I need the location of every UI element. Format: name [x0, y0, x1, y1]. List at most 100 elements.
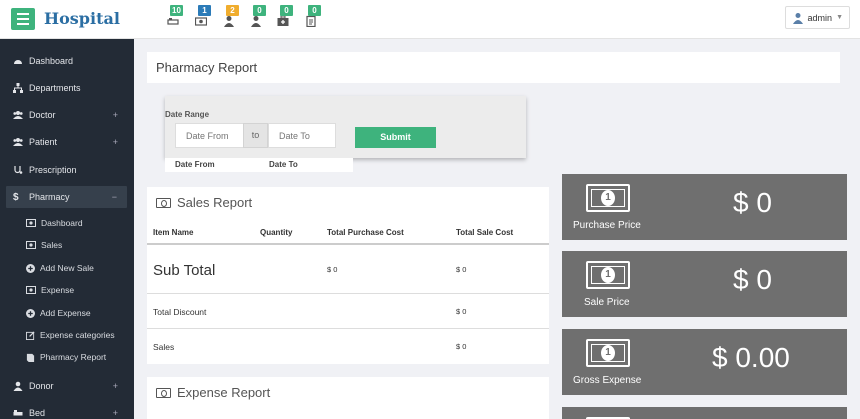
sidebar-sub-dashboard[interactable]: Dashboard — [26, 213, 83, 233]
notification-badge: 0 — [308, 5, 321, 16]
sales-report-card: Sales Report Item Name Quantity Total Pu… — [147, 187, 549, 364]
collapse-icon: − — [111, 192, 117, 202]
expense-report-header: Expense Report — [156, 385, 270, 400]
sidebar-label: Donor — [29, 380, 54, 391]
money-bill-icon: 1 — [586, 261, 630, 289]
bed-notification[interactable]: 10 — [167, 5, 191, 29]
top-bar: Hospital 10 1 2 0 0 0 admin ▼ — [0, 0, 860, 39]
expand-icon: + — [112, 109, 118, 120]
money-icon — [156, 197, 171, 208]
medicine-notification[interactable]: 0 — [277, 5, 301, 29]
discount-label: Total Discount — [153, 307, 207, 317]
sidebar-sub-label: Expense categories — [40, 330, 115, 340]
user-md-icon — [792, 12, 803, 24]
stethoscope-icon — [14, 165, 23, 174]
user-icon — [224, 16, 234, 27]
date-from-input[interactable] — [175, 123, 244, 148]
expand-icon: + — [112, 380, 118, 391]
column-header-sale-cost: Total Sale Cost — [456, 228, 514, 237]
sitemap-icon — [13, 82, 23, 93]
sidebar-label: Departments — [29, 82, 81, 93]
sidebar-label: Pharmacy — [29, 192, 70, 202]
user-icon — [13, 381, 23, 391]
menu-toggle-button[interactable] — [11, 8, 35, 30]
edit-icon — [26, 330, 35, 340]
book-icon — [26, 353, 35, 362]
sidebar-item-bed[interactable]: Bed + — [0, 399, 134, 419]
sidebar-sub-expense-categories[interactable]: Expense categories — [26, 325, 115, 345]
sidebar-label: Prescription — [29, 164, 77, 175]
sidebar-sub-label: Add New Sale — [40, 263, 94, 273]
sidebar-sub-pharmacy-report[interactable]: Pharmacy Report — [26, 347, 106, 367]
tile-label: Purchase Price — [573, 220, 641, 231]
sidebar-sub-label: Dashboard — [41, 218, 83, 228]
sidebar-label: Bed — [29, 407, 46, 418]
column-header-purchase-cost: Total Purchase Cost — [327, 228, 404, 237]
report-notification[interactable]: 0 — [305, 5, 329, 29]
patient-notification[interactable]: 2 — [223, 5, 247, 29]
sidebar-sub-add-new-sale[interactable]: Add New Sale — [26, 258, 94, 278]
sale-price-tile: 1 Sale Price $ 0 — [562, 251, 847, 317]
tile-label: Sale Price — [584, 297, 630, 308]
dollar-icon: $ — [13, 192, 19, 203]
expense-report-title: Expense Report — [177, 385, 271, 400]
expand-icon: + — [112, 407, 118, 418]
bed-icon — [13, 409, 23, 415]
sidebar-label: Dashboard — [29, 55, 74, 66]
plus-circle-icon — [26, 263, 35, 273]
sales-report-header: Sales Report — [156, 195, 252, 210]
sidebar-sub-label: Pharmacy Report — [40, 352, 107, 362]
page-header: Pharmacy Report — [147, 52, 840, 83]
sidebar-label: Doctor — [29, 109, 56, 120]
sidebar-sub-expense[interactable]: Expense — [26, 280, 74, 300]
medkit-icon — [277, 15, 289, 26]
subtotal-purchase: $ 0 — [327, 265, 338, 274]
donor-notification[interactable]: 0 — [250, 5, 274, 29]
money-icon — [195, 17, 207, 26]
date-range-filter: Date Range to Submit — [165, 96, 526, 158]
notification-badge: 10 — [170, 5, 183, 16]
user-icon — [251, 16, 261, 27]
gross-expense-tile: 1 Gross Expense $ 0.00 — [562, 329, 847, 395]
sidebar-label: Patient — [29, 136, 58, 147]
tile-value: $ 0 — [733, 264, 772, 295]
sidebar-item-departments[interactable]: Departments — [0, 74, 134, 101]
date-to-input[interactable] — [268, 123, 336, 148]
sidebar-sub-add-expense[interactable]: Add Expense — [26, 303, 91, 323]
date-range-label: Date Range — [165, 110, 210, 119]
sidebar-item-pharmacy[interactable]: $ Pharmacy − — [6, 186, 127, 208]
sidebar-item-doctor[interactable]: Doctor + — [0, 101, 134, 128]
sales-report-title: Sales Report — [177, 195, 253, 210]
sidebar-sub-label: Sales — [41, 240, 63, 250]
sidebar-item-donor[interactable]: Donor + — [0, 372, 134, 399]
sidebar-item-prescription[interactable]: Prescription — [0, 156, 134, 183]
payment-notification[interactable]: 1 — [195, 5, 219, 29]
brand-logo[interactable]: Hospital — [44, 9, 120, 28]
notification-badge: 0 — [253, 5, 266, 16]
user-menu[interactable]: admin ▼ — [784, 6, 850, 29]
money-icon — [26, 219, 36, 227]
submit-button[interactable]: Submit — [355, 127, 436, 148]
dashboard-icon — [14, 59, 22, 64]
discount-value: $ 0 — [456, 307, 467, 316]
date-to-column-label: Date To — [269, 160, 298, 169]
sidebar-sub-label: Expense — [41, 285, 75, 295]
money-bill-icon: 1 — [586, 184, 630, 212]
clipboard-icon — [306, 15, 316, 27]
purchase-price-tile: 1 Purchase Price $ 0 — [562, 174, 847, 240]
money-icon — [156, 387, 171, 398]
sidebar-item-patient[interactable]: Patient + — [0, 128, 134, 155]
tile-value: $ 0.00 — [712, 342, 790, 373]
notification-badge: 2 — [226, 5, 239, 16]
user-name: admin — [807, 12, 833, 23]
column-header-item-name: Item Name — [153, 228, 194, 237]
sidebar: Dashboard Departments Doctor + Patient +… — [0, 39, 134, 419]
expense-report-card: Expense Report — [147, 377, 549, 419]
date-from-column-label: Date From — [175, 160, 215, 169]
money-bill-icon: 1 — [586, 339, 630, 367]
sales-value: $ 0 — [456, 342, 467, 351]
subtotal-label: Sub Total — [153, 262, 216, 279]
sidebar-sub-sales[interactable]: Sales — [26, 235, 62, 255]
sidebar-item-dashboard[interactable]: Dashboard — [0, 47, 134, 74]
plus-circle-icon — [26, 308, 35, 318]
